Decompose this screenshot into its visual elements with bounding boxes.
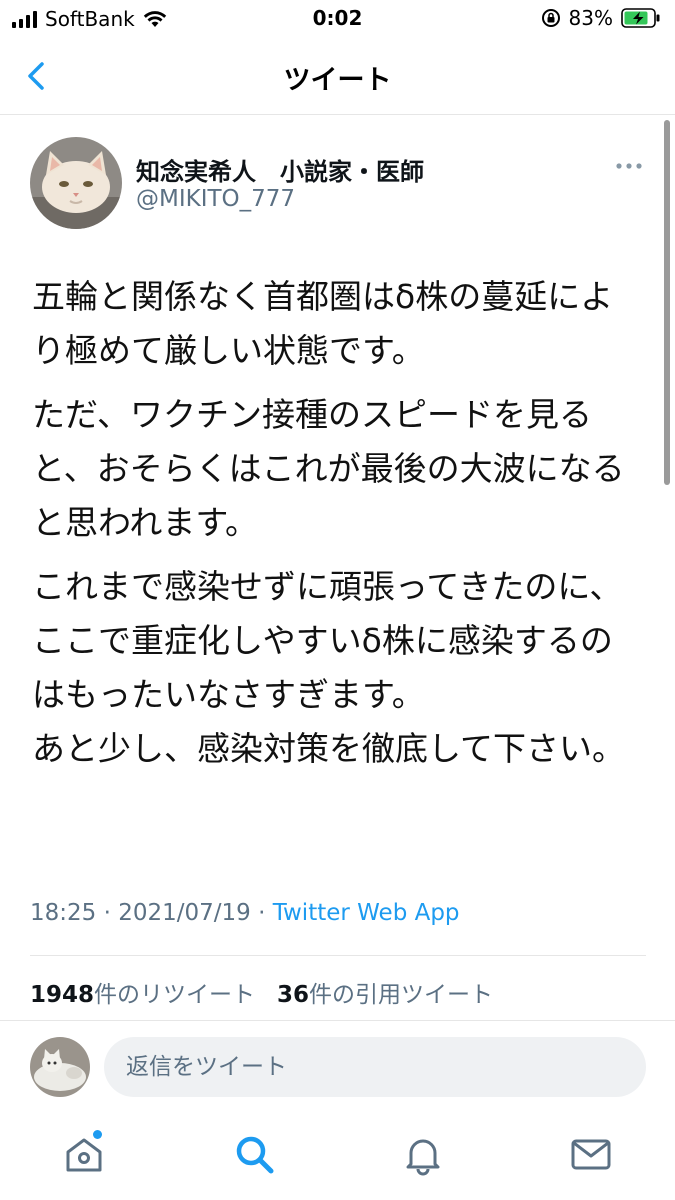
retweets-link[interactable]: 1948件のリツイート bbox=[30, 982, 255, 1008]
search-icon bbox=[236, 1136, 274, 1174]
notifications-icon bbox=[406, 1139, 440, 1176]
tweet-text: 五輪と関係なく首都圏はδ株の蔓延により極めて厳しい状態です。 ただ、ワクチン接種… bbox=[32, 270, 632, 776]
tab-messages[interactable] bbox=[569, 1132, 613, 1176]
quote-label: 件の引用ツイート bbox=[308, 982, 493, 1008]
author-name[interactable]: 知念実希人 小説家・医師 bbox=[136, 152, 424, 187]
status-bar: SoftBank 0:02 83% bbox=[0, 0, 675, 38]
tab-notifications[interactable] bbox=[401, 1132, 445, 1176]
page-title: ツイート bbox=[283, 65, 392, 96]
more-options-button[interactable] bbox=[614, 156, 644, 176]
messages-icon bbox=[571, 1139, 611, 1170]
navigation-header: ツイート bbox=[0, 40, 675, 115]
tweet-paragraph: 五輪と関係なく首都圏はδ株の蔓延により極めて厳しい状態です。 bbox=[32, 277, 614, 370]
quote-count: 36 bbox=[276, 982, 309, 1008]
battery-charging-icon bbox=[621, 8, 660, 28]
tweet-stats: 1948件のリツイート 36件の引用ツイート bbox=[30, 975, 493, 1009]
meta-separator: · bbox=[258, 900, 266, 926]
tweet-date: 2021/07/19 bbox=[118, 900, 251, 926]
reply-bar: 返信をツイート bbox=[0, 1020, 675, 1111]
notification-dot bbox=[93, 1130, 102, 1139]
quote-tweets-link[interactable]: 36件の引用ツイート bbox=[277, 982, 493, 1008]
tweet-source-link[interactable]: Twitter Web App bbox=[273, 900, 460, 926]
tweet-time: 18:25 bbox=[30, 900, 97, 926]
tweet-timestamp: 18:25 · 2021/07/19 · Twitter Web App bbox=[30, 900, 460, 926]
home-icon bbox=[66, 1138, 102, 1172]
user-avatar[interactable] bbox=[30, 1037, 90, 1097]
battery-percent: 83% bbox=[568, 6, 613, 30]
reply-input[interactable]: 返信をツイート bbox=[104, 1037, 646, 1097]
scrollbar[interactable] bbox=[664, 120, 670, 485]
divider bbox=[30, 955, 646, 956]
tweet-paragraph: これまで感染せずに頑張ってきたのに、ここで重症化しやすいδ株に感染するのはもった… bbox=[32, 567, 626, 768]
meta-separator: · bbox=[103, 900, 111, 926]
author-handle[interactable]: @MIKITO_777 bbox=[136, 186, 295, 212]
retweet-count: 1948 bbox=[30, 982, 95, 1008]
tab-home[interactable] bbox=[62, 1130, 106, 1176]
tweet-paragraph: ただ、ワクチン接種のスピードを見ると、おそらくはこれが最後の大波になると思われま… bbox=[32, 395, 625, 542]
rotation-lock-icon bbox=[541, 9, 560, 27]
tab-bar bbox=[0, 1110, 675, 1200]
author-avatar[interactable] bbox=[30, 137, 122, 229]
retweet-label: 件のリツイート bbox=[94, 982, 256, 1008]
tab-search[interactable] bbox=[232, 1132, 276, 1176]
